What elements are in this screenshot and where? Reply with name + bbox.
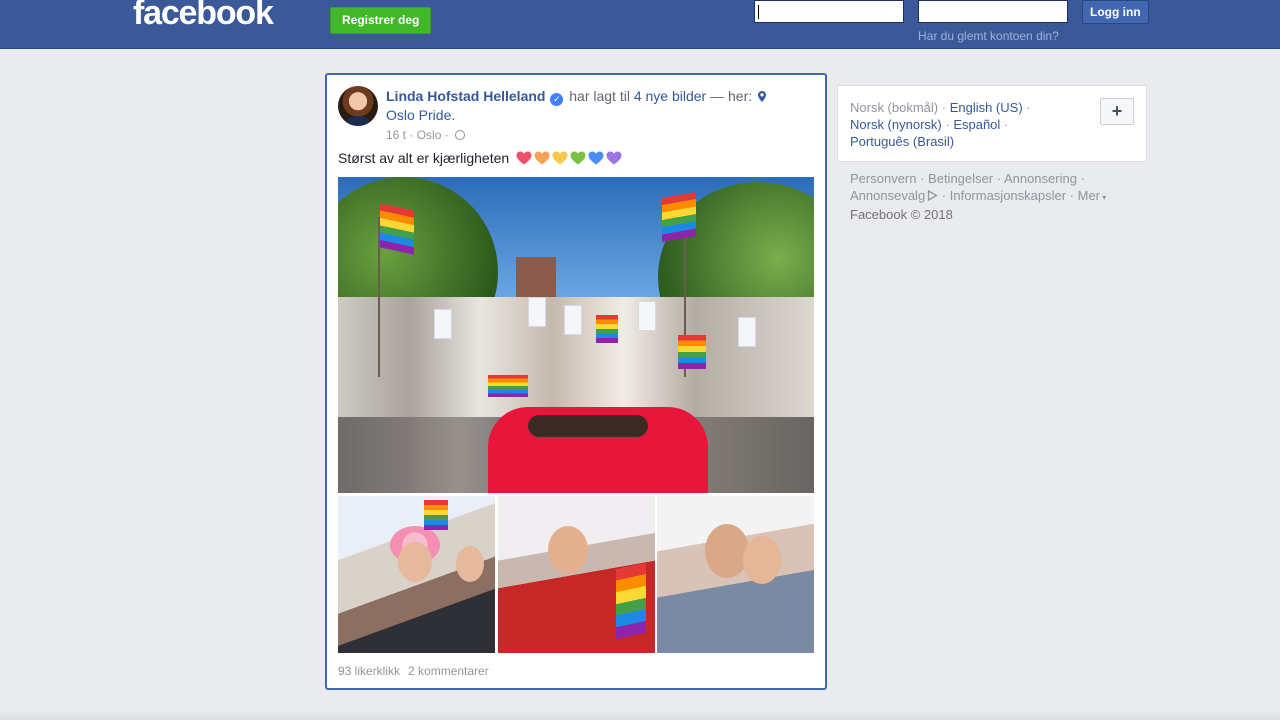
rainbow-flag (380, 203, 414, 255)
adchoices-icon[interactable] (927, 190, 938, 201)
page-bottom-edge (0, 711, 1280, 720)
photo-face (705, 524, 749, 578)
language-option-english-us[interactable]: English (US) (950, 100, 1023, 115)
top-navigation-bar: facebook Registrer deg Logg inn Har du g… (0, 0, 1280, 49)
footer-link-informasjonskapsler[interactable]: Informasjonskapsler (950, 188, 1066, 203)
white-flag (738, 317, 756, 347)
photo-face (548, 526, 588, 574)
white-flag (528, 297, 546, 327)
email-field[interactable] (754, 0, 904, 23)
photos-link[interactable]: 4 nye bilder (634, 88, 706, 104)
rainbow-flag (678, 335, 706, 369)
heart-emoji-icon (606, 151, 622, 165)
facebook-logo[interactable]: facebook (133, 0, 274, 33)
footer-links: Personvern · Betingelser · Annonsering ·… (850, 171, 1107, 222)
language-option-norsk-nynorsk[interactable]: Norsk (nynorsk) (850, 117, 942, 132)
photo-thumbnail-1[interactable] (338, 496, 495, 653)
post-footer: 93 likerklikk 2 kommentarer (338, 664, 489, 678)
post-message: Størst av alt er kjærligheten (338, 150, 510, 166)
here-text: — her: (710, 88, 753, 104)
likes-count-link[interactable]: 93 likerklikk (338, 664, 400, 678)
main-photo[interactable] (338, 177, 814, 493)
caret-down-icon[interactable]: ▾ (1100, 193, 1106, 202)
author-avatar[interactable] (338, 86, 378, 126)
footer-link-personvern[interactable]: Personvern (850, 171, 916, 186)
place-link[interactable]: Oslo Pride. (386, 107, 455, 123)
verified-badge-icon: ✓ (550, 93, 564, 106)
rainbow-flag (424, 500, 448, 530)
photo-face (456, 546, 484, 582)
footer-link-annonsering[interactable]: Annonsering (1004, 171, 1077, 186)
post-city-link[interactable]: Oslo (417, 128, 442, 142)
heart-emoji-icon (588, 151, 604, 165)
language-option-portugues-brasil[interactable]: Português (Brasil) (850, 134, 954, 149)
rainbow-flag (662, 192, 696, 242)
rainbow-flag (488, 375, 528, 397)
rainbow-flag (596, 315, 618, 343)
password-field[interactable] (918, 0, 1068, 23)
heart-emoji-icon (570, 151, 586, 165)
footer-link-betingelser[interactable]: Betingelser (928, 171, 993, 186)
post-header: Linda Hofstad Helleland ✓ har lagt til 4… (386, 87, 806, 125)
footer-link-mer[interactable]: Mer (1078, 188, 1100, 203)
location-pin-icon (758, 91, 767, 102)
forgot-account-link[interactable]: Har du glemt kontoen din? (918, 29, 1059, 43)
globe-icon[interactable] (455, 130, 466, 140)
photo-face (398, 542, 432, 582)
post-meta: 16 t · Oslo · (386, 128, 466, 142)
comments-count-link[interactable]: 2 kommentarer (408, 664, 489, 678)
heart-emoji-icon (534, 151, 550, 165)
copyright-text: Facebook © 2018 (850, 207, 953, 222)
post-text: Størst av alt er kjærligheten (338, 150, 622, 166)
heart-emoji-group (516, 151, 622, 165)
photo-thumbnail-2[interactable] (498, 496, 655, 653)
footer-link-annonsevalg[interactable]: Annonsevalg (850, 188, 925, 203)
language-selector-box: Norsk (bokmål) · English (US) · Norsk (n… (837, 85, 1147, 162)
plus-icon[interactable]: + (1100, 98, 1134, 125)
heart-emoji-icon (516, 151, 532, 165)
white-flag (638, 301, 656, 331)
post-time-link[interactable]: 16 t (386, 128, 406, 142)
register-button[interactable]: Registrer deg (330, 7, 432, 34)
language-option-espanol[interactable]: Español (953, 117, 1000, 132)
photo-thumbnail-3[interactable] (657, 496, 814, 653)
photo-car-passengers (528, 415, 648, 437)
text-cursor (758, 5, 759, 19)
current-language: Norsk (bokmål) (850, 100, 939, 115)
post-card: Linda Hofstad Helleland ✓ har lagt til 4… (325, 73, 827, 690)
photo-face (743, 536, 781, 584)
action-text: har lagt til (569, 88, 630, 104)
rainbow-flag (616, 562, 646, 640)
white-flag (434, 309, 452, 339)
white-flag (564, 305, 582, 335)
heart-emoji-icon (552, 151, 568, 165)
language-list: Norsk (bokmål) · English (US) · Norsk (n… (850, 100, 1031, 149)
author-name-link[interactable]: Linda Hofstad Helleland (386, 88, 545, 104)
login-button[interactable]: Logg inn (1082, 0, 1149, 24)
